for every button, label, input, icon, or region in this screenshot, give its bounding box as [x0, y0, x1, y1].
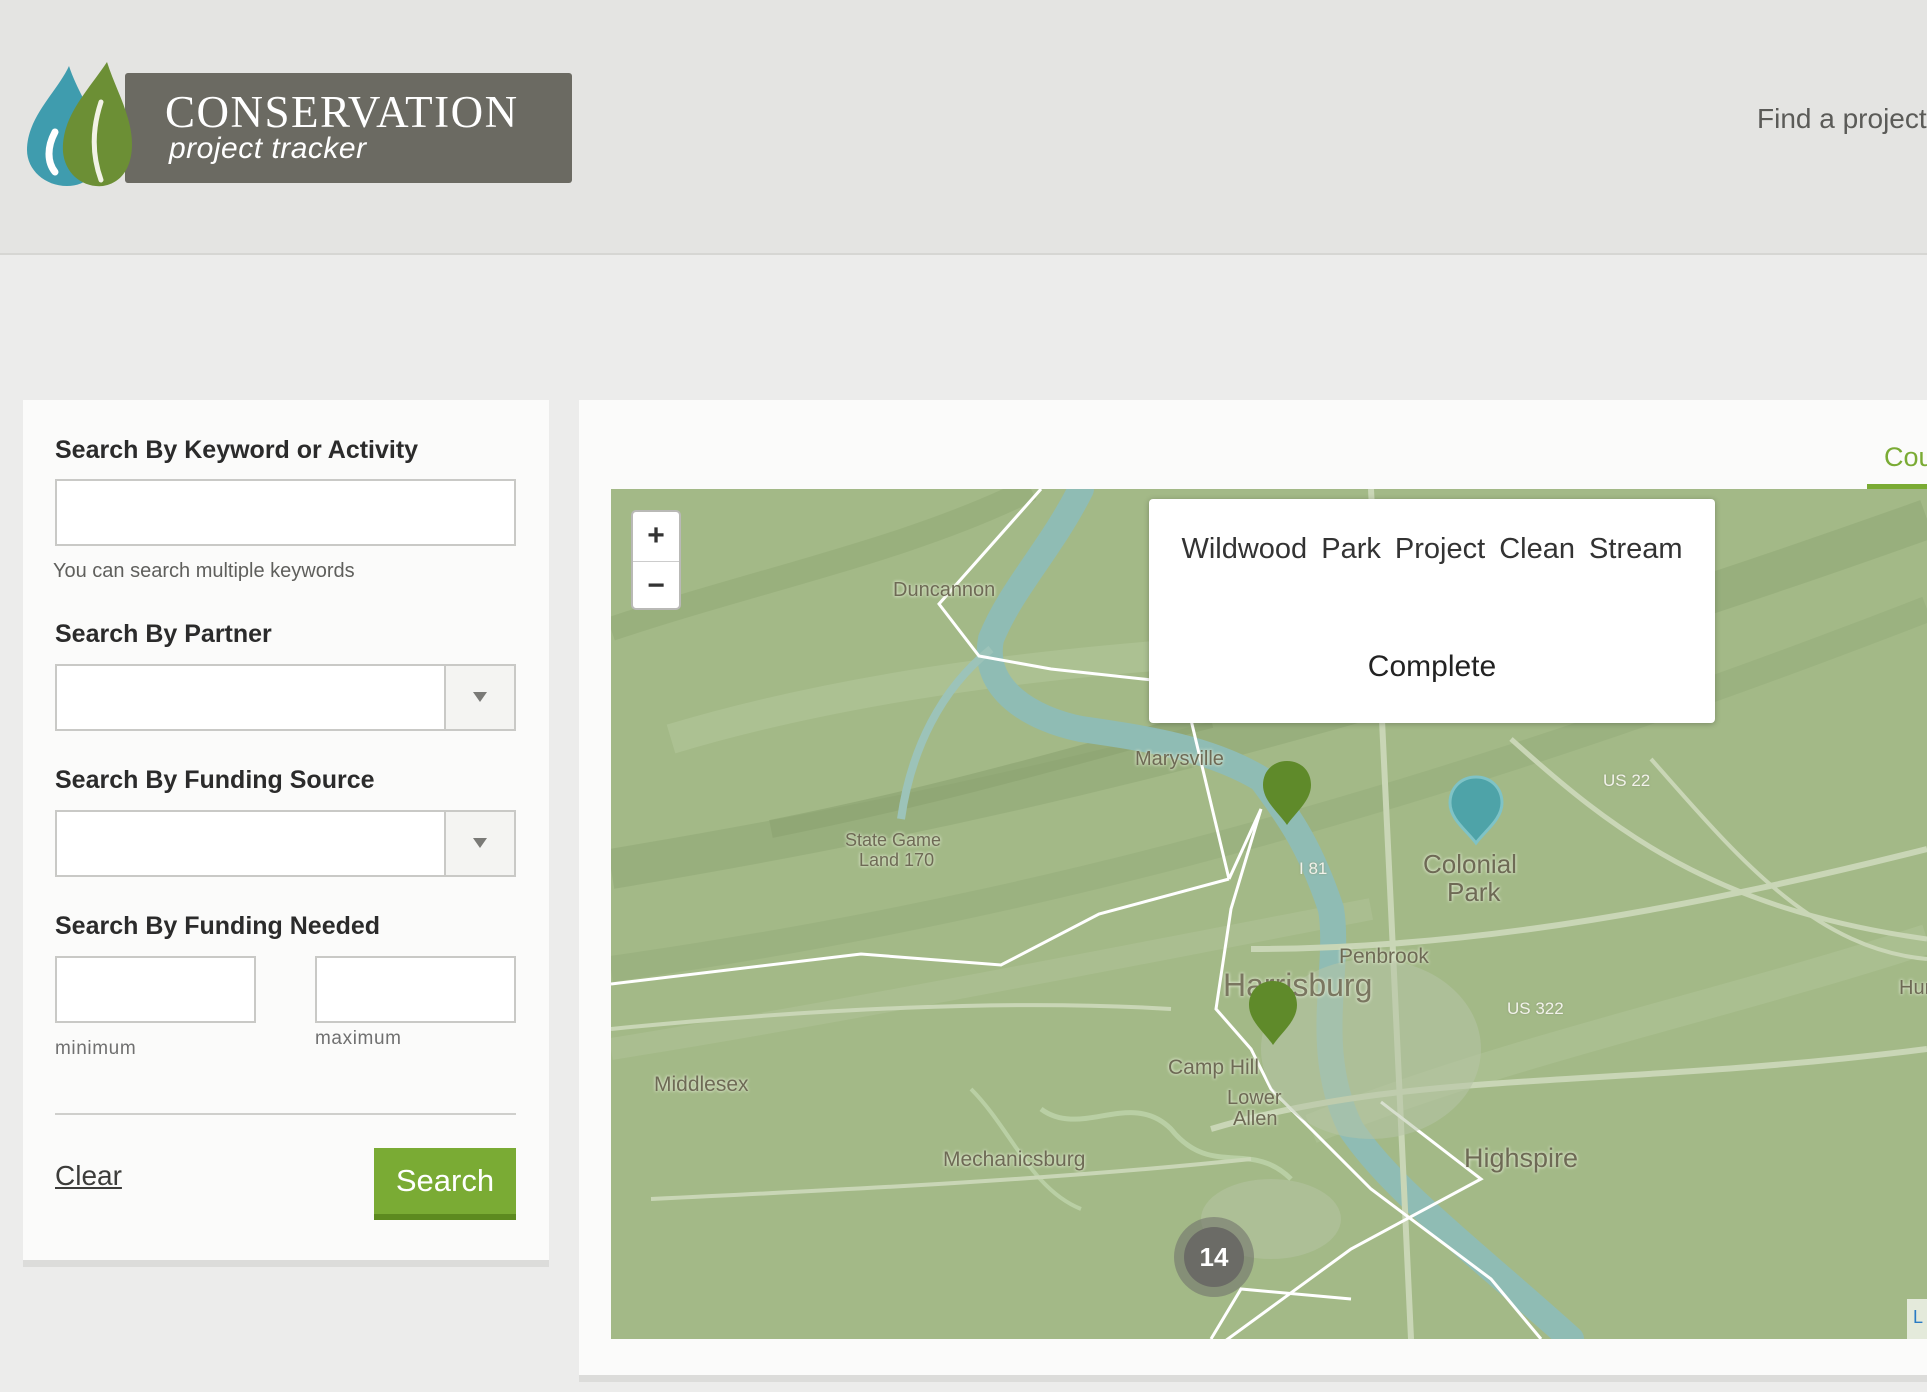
clear-link[interactable]: Clear	[55, 1160, 122, 1192]
keyword-label: Search By Keyword or Activity	[55, 436, 419, 464]
zoom-out-button[interactable]: −	[633, 562, 679, 611]
project-popup[interactable]: Wildwood Park Project Clean Stream Compl…	[1149, 499, 1715, 723]
road-label-us22: US 22	[1603, 771, 1651, 790]
map-label-mechanicsburg: Mechanicsburg	[943, 1148, 1086, 1171]
partner-label: Search By Partner	[55, 620, 272, 648]
road-label-us322: US 322	[1507, 999, 1564, 1018]
funding-needed-label: Search By Funding Needed	[55, 912, 381, 940]
funding-source-select[interactable]	[55, 810, 516, 877]
map-pin-icon[interactable]	[1247, 979, 1299, 1049]
map-pin-icon[interactable]	[1261, 759, 1313, 829]
map-label-park: Park	[1447, 877, 1501, 907]
site-logo[interactable]: CONSERVATION project tracker	[27, 62, 572, 187]
tab-map-view[interactable]: Cou	[1884, 442, 1927, 473]
leaf-drop-icon	[27, 62, 132, 187]
site-header: CONSERVATION project tracker Find a proj…	[0, 0, 1927, 255]
search-button[interactable]: Search	[374, 1148, 516, 1220]
road-label-i81: I 81	[1299, 859, 1328, 878]
logo-subtitle: project tracker	[169, 132, 367, 165]
popup-project-status: Complete	[1367, 650, 1497, 683]
funding-max-input[interactable]	[315, 956, 516, 1023]
funding-source-dropdown-toggle[interactable]	[444, 812, 514, 875]
map-label-marysville: Marysville	[1135, 748, 1224, 770]
map-attribution[interactable]: L	[1907, 1299, 1927, 1339]
zoom-control: + −	[631, 510, 681, 610]
map-label-allen: Allen	[1233, 1108, 1278, 1130]
funding-source-label: Search By Funding Source	[55, 766, 375, 794]
map-panel: Cou Duncannon Marysville State Game Land…	[579, 400, 1927, 1382]
funding-min-input[interactable]	[55, 956, 256, 1023]
map-label-middlesex: Middlesex	[654, 1073, 749, 1096]
logo-title: CONSERVATION	[165, 87, 519, 137]
map-label-penbrook: Penbrook	[1339, 945, 1429, 968]
nav-find-project[interactable]: Find a project	[1757, 103, 1927, 135]
map-label-camp-hill: Camp Hill	[1168, 1056, 1260, 1079]
popup-project-title[interactable]: Wildwood Park Project Clean Stream	[1149, 533, 1715, 566]
max-caption: maximum	[315, 1028, 402, 1049]
map-label-highspire: Highspire	[1464, 1143, 1579, 1173]
map-label-hum: Hum	[1899, 977, 1927, 999]
cluster-count: 14	[1184, 1227, 1244, 1287]
search-sidebar: Search By Keyword or Activity You can se…	[23, 400, 549, 1267]
map-label-duncannon: Duncannon	[893, 579, 996, 601]
zoom-in-button[interactable]: +	[633, 512, 679, 562]
map-label-lower: Lower	[1227, 1087, 1282, 1109]
chevron-down-icon	[473, 692, 487, 702]
min-caption: minimum	[55, 1038, 137, 1059]
project-map[interactable]: Duncannon Marysville State Game Land 170…	[611, 489, 1927, 1339]
map-label-colonial: Colonial	[1423, 849, 1517, 879]
marker-cluster[interactable]: 14	[1174, 1217, 1254, 1297]
chevron-down-icon	[473, 838, 487, 848]
partner-select[interactable]	[55, 664, 516, 731]
map-label-land-170: Land 170	[859, 850, 935, 870]
map-label-state-game: State Game	[845, 830, 942, 850]
form-divider	[55, 1113, 516, 1115]
keyword-input[interactable]	[55, 479, 516, 546]
selected-map-pin-icon[interactable]	[1448, 775, 1504, 847]
partner-dropdown-toggle[interactable]	[444, 666, 514, 729]
keyword-help-text: You can search multiple keywords	[53, 560, 355, 582]
